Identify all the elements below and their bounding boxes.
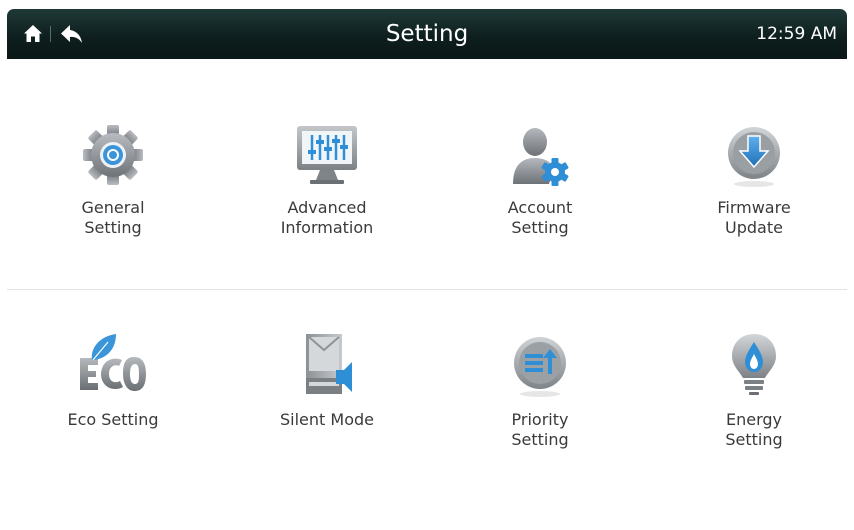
back-button[interactable] [60,23,84,45]
tile-label: Account Setting [507,198,573,237]
tile-firmware-update[interactable]: Firmware Update [654,120,854,270]
tile-silent-mode[interactable]: Silent Mode [227,330,427,480]
page-title: Setting [385,21,469,47]
eco-leaf-icon [80,334,146,391]
tile-label: Firmware Update [717,198,791,237]
row-divider [7,289,847,290]
tile-label: Eco Setting [67,410,159,429]
energy-bulb-icon [732,334,776,395]
monitor-equalizer-icon [297,126,357,184]
user-gear-icon [513,128,569,186]
header-separator [50,26,51,42]
tile-label: Silent Mode [280,410,374,429]
tile-energy-setting[interactable]: Energy Setting [654,330,854,480]
back-icon [61,25,82,43]
tile-account-setting[interactable]: Account Setting [440,120,640,270]
settings-row-1: General Setting Advanced Information Acc… [7,120,847,320]
clock: 12:59 AM [756,24,837,44]
silent-unit-icon [306,334,352,394]
tile-priority-setting[interactable]: Priority Setting [440,330,640,480]
tile-eco-setting[interactable]: Eco Setting [13,330,213,480]
tile-label: Advanced Information [280,198,374,237]
tile-label: Priority Setting [511,410,569,449]
tile-advanced-information[interactable]: Advanced Information [227,120,427,270]
tile-label: General Setting [81,198,145,237]
download-arrow-icon [728,127,780,187]
priority-icon [514,337,566,397]
tile-general-setting[interactable]: General Setting [13,120,213,270]
header-bar: Setting 12:59 AM [7,9,847,59]
gear-icon [83,125,143,185]
home-icon [24,25,42,42]
tile-label: Energy Setting [725,410,783,449]
home-button[interactable] [22,23,44,45]
settings-row-2: Eco Setting Silent Mode Priority Setting… [7,330,847,530]
